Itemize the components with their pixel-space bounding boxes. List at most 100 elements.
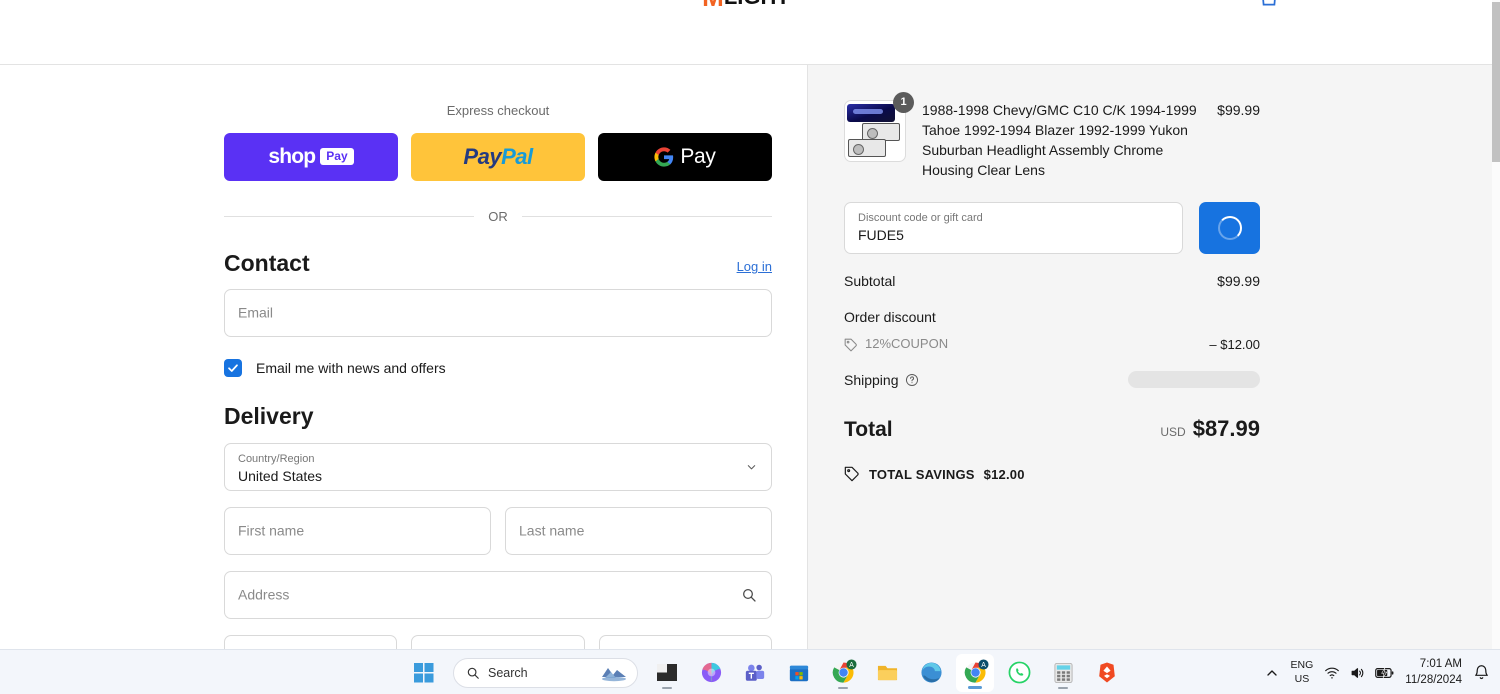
app-running-indicator [1058, 686, 1068, 689]
coupon-code: 12%COUPON [865, 336, 949, 352]
total-row: Total USD $87.99 [844, 416, 1260, 442]
taskbar-search-box[interactable]: Search [453, 657, 638, 688]
city-field[interactable]: City [224, 634, 398, 649]
shop-pay-button[interactable]: shop Pay [224, 132, 398, 181]
product-info: 1988-1998 Chevy/GMC C10 C/K 1994-1999 Ta… [922, 100, 1260, 180]
tray-status-icons [1324, 665, 1394, 681]
log-in-link[interactable]: Log in [737, 259, 772, 277]
folder-icon[interactable] [868, 654, 906, 692]
order-discount-label: Order discount [844, 309, 936, 326]
quantity-badge: 1 [893, 92, 914, 113]
last-name-field[interactable]: Last name [505, 506, 772, 555]
newsletter-label: Email me with news and offers [256, 359, 446, 376]
shopping-cart-icon[interactable] [1256, 0, 1282, 11]
edge-glyph [920, 662, 942, 683]
whatsapp-icon[interactable] [1000, 654, 1038, 692]
zip-code-field[interactable]: ZIP code [598, 634, 772, 649]
address-placeholder: Address [238, 586, 290, 603]
clock-and-date[interactable]: 7:01 AM 11/28/2024 [1405, 657, 1462, 688]
shop-pay-wordmark: shop [268, 144, 316, 168]
file-explorer-glyph [656, 664, 677, 681]
shipping-label: Shipping [844, 371, 899, 388]
or-label: OR [488, 208, 508, 224]
first-name-placeholder: First name [238, 522, 305, 539]
total-currency: USD [1160, 425, 1186, 440]
brave-icon[interactable] [1088, 654, 1126, 692]
logo-text: LIGHT [724, 0, 790, 8]
language-indicator[interactable]: ENG US [1291, 659, 1314, 685]
copilot-icon[interactable] [692, 654, 730, 692]
page-scrollbar[interactable] [1492, 0, 1500, 649]
email-field[interactable]: Email [224, 289, 772, 338]
app-active-indicator [968, 686, 982, 689]
brave-glyph [1099, 662, 1115, 683]
teams-icon[interactable] [736, 654, 774, 692]
total-label: Total [844, 418, 893, 442]
show-hidden-icons-chevron[interactable] [1264, 665, 1280, 681]
chrome-icon[interactable]: A [824, 654, 862, 692]
logo-mark: M [702, 0, 724, 10]
google-pay-label: Pay [680, 144, 716, 168]
loading-spinner-icon [1217, 216, 1242, 241]
newsletter-checkbox-row[interactable]: Email me with news and offers [224, 359, 772, 378]
divider-line-left [224, 215, 475, 217]
whatsapp-glyph [1008, 661, 1030, 684]
last-name-placeholder: Last name [519, 522, 585, 539]
discount-code-value: FUDE5 [858, 227, 904, 244]
windows-start-icon[interactable] [405, 654, 443, 692]
address-row: Address [224, 570, 772, 619]
divider-line-right [521, 215, 772, 217]
product-thumbnail-wrap: 1 [844, 92, 914, 162]
subtotal-label: Subtotal [844, 273, 896, 290]
apply-discount-button[interactable] [1199, 202, 1260, 255]
battery-charging-icon[interactable] [1375, 665, 1394, 681]
city-state-zip-row: City State ZIP code [224, 634, 772, 649]
coupon-label-wrap: 12%COUPON [844, 336, 948, 353]
first-name-field[interactable]: First name [224, 506, 491, 555]
calculator-icon[interactable] [1044, 654, 1082, 692]
adblock-badge-icon: A [978, 658, 989, 670]
app-running-indicator [662, 686, 672, 689]
address-field[interactable]: Address [224, 570, 772, 619]
total-amount-wrap: USD $87.99 [1160, 416, 1260, 442]
chevron-down-icon [747, 464, 756, 470]
wifi-icon[interactable] [1324, 665, 1340, 681]
language-secondary: US [1294, 672, 1310, 685]
express-checkout-buttons: shop Pay PayPal Pay [224, 132, 772, 181]
order-line-item: 1 1988-1998 Chevy/GMC C10 C/K 1994-1999 … [844, 92, 1260, 180]
checkout-body: Express checkout shop Pay PayPal Pay OR … [0, 65, 1492, 649]
order-discount-row: Order discount [844, 308, 1260, 326]
microsoft-store-icon[interactable] [780, 654, 818, 692]
total-savings-value: $12.00 [983, 466, 1025, 482]
discount-code-field[interactable]: Discount code or gift card FUDE5 [844, 202, 1183, 255]
tag-icon [844, 338, 857, 352]
chrome-active-icon[interactable]: A [956, 653, 994, 692]
coupon-amount: – $12.00 [1209, 337, 1260, 353]
country-region-select[interactable]: Country/Region United States [224, 442, 772, 491]
volume-icon[interactable] [1349, 665, 1366, 681]
email-placeholder: Email [238, 304, 274, 321]
paypal-button[interactable]: PayPal [411, 132, 585, 181]
windows-logo-icon [414, 662, 434, 682]
edge-icon[interactable] [912, 654, 950, 692]
notification-bell-icon[interactable] [1473, 664, 1490, 681]
teams-glyph [745, 664, 765, 681]
site-logo[interactable]: M LIGHT [702, 0, 790, 10]
google-pay-button[interactable]: Pay [598, 132, 772, 181]
shipping-placeholder-bar [1128, 371, 1260, 389]
shipping-label-wrap: Shipping [844, 372, 919, 388]
adblock-badge-icon: A [846, 658, 857, 670]
search-icon[interactable] [741, 587, 757, 603]
help-info-icon[interactable] [905, 373, 919, 387]
file-explorer-dark-icon[interactable] [648, 654, 686, 692]
scrollbar-thumb[interactable] [1492, 2, 1500, 162]
language-primary: ENG [1290, 659, 1314, 672]
product-image-part-top [847, 104, 895, 122]
total-savings-label: TOTAL SAVINGS [869, 466, 975, 482]
google-g-icon [654, 147, 674, 167]
country-region-value: United States [238, 467, 323, 484]
product-image-part-b [848, 139, 886, 157]
state-select[interactable]: State [411, 634, 585, 649]
checkout-form-pane: Express checkout shop Pay PayPal Pay OR … [0, 65, 808, 649]
newsletter-checkbox[interactable] [224, 359, 242, 378]
